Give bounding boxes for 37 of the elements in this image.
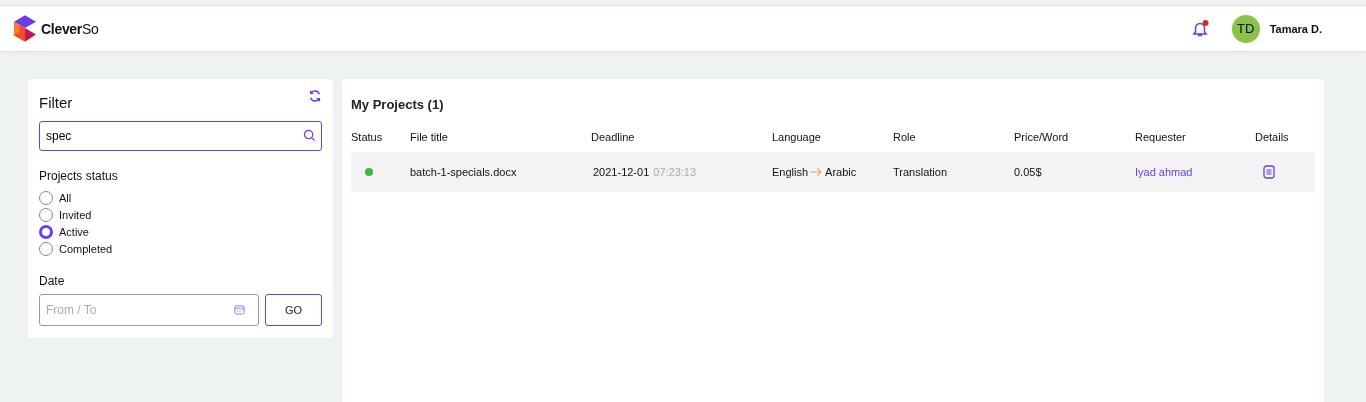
file-title-cell-text: batch-1-specials.docx xyxy=(410,166,518,178)
go-button[interactable]: GO xyxy=(265,294,322,326)
column-header: Price/Word xyxy=(1014,131,1070,143)
table-row[interactable]: batch-1-specials.docx 2021-12-01 07:23:13 English Arabic Translation 0.05$ Iyad ahmad xyxy=(351,152,1315,192)
filter-title: Filter xyxy=(39,94,73,111)
role-cell-text: Translation xyxy=(893,166,948,178)
user-avatar[interactable]: TD xyxy=(1231,14,1260,43)
target-language: Arabic xyxy=(825,166,857,178)
price-cell-text: 0.05$ xyxy=(1014,166,1043,178)
column-header: Status xyxy=(351,131,384,143)
radio-label[interactable]: Invited xyxy=(59,209,92,221)
deadline-time: 07:23:13 xyxy=(653,166,697,178)
brand-name: CleverSo xyxy=(41,20,99,37)
date-field[interactable]: From / To xyxy=(39,294,259,326)
search-icon[interactable] xyxy=(303,129,316,142)
projects-title: My Projects (1) xyxy=(351,97,445,112)
requester-link[interactable]: Iyad ahmad xyxy=(1135,166,1193,178)
radio-label[interactable]: All xyxy=(59,192,72,204)
column-header: Deadline xyxy=(591,131,636,143)
radio-label[interactable]: Completed xyxy=(59,243,113,255)
column-header: Role xyxy=(893,131,917,143)
logo-icon xyxy=(14,14,36,43)
source-language: English xyxy=(772,166,809,178)
radio-label[interactable]: Active xyxy=(59,226,89,238)
radio-button[interactable] xyxy=(39,225,53,239)
column-header: Requester xyxy=(1135,131,1187,143)
column-header: Details xyxy=(1255,131,1290,143)
projects-status-label: Projects status xyxy=(39,169,119,183)
column-header: File title xyxy=(410,131,449,143)
date-label: Date xyxy=(39,274,66,288)
search-field[interactable]: spec xyxy=(39,121,322,151)
column-header: Language xyxy=(772,131,822,143)
deadline-date: 2021-12-01 xyxy=(593,166,650,178)
arrow-icon xyxy=(810,167,824,177)
user-name[interactable]: Tamara D. xyxy=(1269,22,1322,35)
document-icon[interactable] xyxy=(1263,165,1275,179)
refresh-icon[interactable] xyxy=(308,89,322,103)
